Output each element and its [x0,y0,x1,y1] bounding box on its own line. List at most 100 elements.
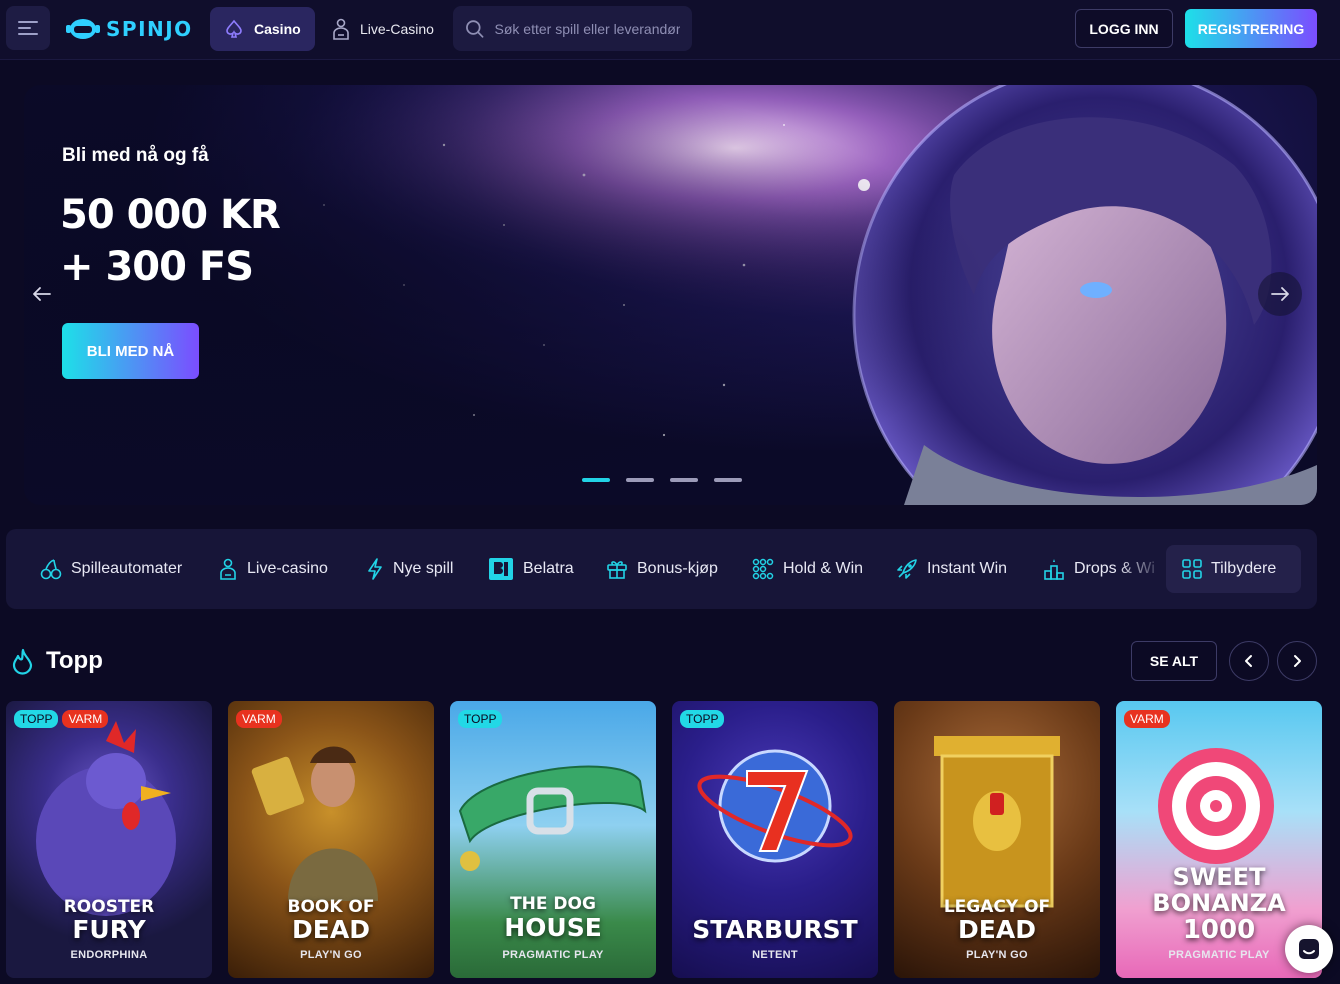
category-label: Hold & Win [783,560,864,577]
scroll-fade [1116,529,1166,609]
category-live-casino[interactable]: Live-casino [218,545,328,593]
category-label: Instant Win [927,560,1008,577]
chevron-right-icon [1294,655,1301,667]
game-provider: PLAY'N GO [966,949,1028,961]
game-title-line2: BONANZA [1152,889,1286,917]
spade-icon [226,19,242,38]
podium-icon [1044,559,1064,580]
tab-casino[interactable]: Casino [210,7,315,51]
astronaut-banner-image [24,85,1317,505]
dealer-icon [220,558,236,580]
game-title-line2: DEAD [958,915,1036,944]
spinjo-logo[interactable]: SPINJO [66,14,193,44]
badge-top: TOPP [14,710,59,728]
game-card-legacy-of-dead[interactable]: LEGACY OF DEAD PLAY'N GO [894,701,1100,978]
category-bar: Spilleautomater Live-casino Nye spill Be… [6,529,1317,609]
games-prev-button[interactable] [1229,641,1269,681]
game-provider: ENDORPHINA [70,949,148,961]
game-title-line1: SWEET [1172,863,1266,891]
search-box[interactable] [453,6,692,51]
rocket-icon [897,559,917,579]
badge-hot: VARM [236,710,282,728]
game-title-line2: FURY [72,915,146,944]
game-card-book-of-dead[interactable]: VARM BOOK OF DEAD PLAY'N GO [228,701,434,978]
game-card-starburst[interactable]: TOPP STARBURST NETENT [672,701,878,978]
lightning-icon [368,558,382,580]
arrow-left-icon [33,287,51,301]
carousel-indicators [582,478,742,482]
carousel-dot[interactable] [626,478,654,482]
hero-amount-line1: 50 000 KR [60,192,281,238]
badge-top: TOPP [458,710,503,728]
login-button[interactable]: LOGG INN [1075,9,1173,48]
tab-label: Live-Casino [360,21,434,37]
badge-group: VARM [236,710,282,728]
category-nye-spill[interactable]: Nye spill [366,545,453,593]
hamburger-menu-button[interactable] [6,6,50,50]
game-provider: PRAGMATIC PLAY [502,949,604,961]
hero-next-button[interactable] [1258,272,1302,316]
game-title-line1: ROOSTER [63,897,155,917]
register-button[interactable]: REGISTRERING [1185,9,1317,48]
hamburger-icon [18,21,38,35]
category-tilbydere[interactable]: Tilbydere [1166,545,1301,593]
category-label: Belatra [523,560,574,577]
robot-head-icon [66,19,100,39]
belatra-logo-icon [489,558,513,580]
section-title: Topp [46,647,103,674]
category-label: Live-casino [247,560,328,577]
category-spilleautomater[interactable]: Spilleautomater [40,545,182,593]
tab-live-casino[interactable]: Live-Casino [318,7,448,51]
game-title-line2: STARBURST [692,915,858,944]
gift-icon [607,561,627,579]
join-now-button[interactable]: BLI MED NÅ [62,323,199,379]
logo-text: SPINJO [106,17,193,41]
badge-hot: VARM [1124,710,1170,728]
category-label: Spilleautomater [71,560,183,577]
hero-kicker: Bli med nå og få [62,145,209,166]
carousel-dot[interactable] [670,478,698,482]
category-belatra[interactable]: Belatra [488,545,574,593]
top-bar: SPINJO Casino Live-Casino LOGG INN REGIS… [0,0,1340,60]
hero-banner[interactable]: Bli med nå og få 50 000 KR + 300 FS BLI … [24,85,1317,505]
search-icon [466,19,484,38]
arrow-right-icon [1271,287,1289,301]
see-all-button[interactable]: SE ALT [1131,641,1217,681]
badge-group: TOPP [680,710,725,728]
badge-top: TOPP [680,710,725,728]
grid-dots-icon [752,558,774,580]
badge-hot: VARM [62,710,109,728]
category-label: Bonus-kjøp [637,560,718,577]
category-hold-win[interactable]: Hold & Win [752,545,863,593]
game-card-rooster-fury[interactable]: TOPP VARM ROOSTER FURY ENDORPHINA [6,701,212,978]
game-title-line1: BOOK OF [287,897,375,917]
chevron-left-icon [1245,655,1252,667]
carousel-dot[interactable] [714,478,742,482]
fire-icon [12,648,33,675]
category-label: Tilbydere [1211,560,1277,577]
dealer-icon [333,18,349,40]
cherries-icon [40,559,62,580]
chat-icon [1299,939,1319,959]
game-title-line1: LEGACY OF [943,897,1051,917]
category-bonus-kjop[interactable]: Bonus-kjøp [606,545,718,593]
hero-offer: 50 000 KR + 300 FS [60,189,281,293]
badge-group: VARM [1124,710,1170,728]
carousel-dot[interactable] [582,478,610,482]
game-provider: NETENT [752,949,798,961]
hero-amount-line2: + 300 FS [60,244,254,290]
game-title-line1: THE DOG [510,894,596,914]
search-input[interactable] [494,20,680,37]
game-card-the-dog-house[interactable]: TOPP THE DOG HOUSE PRAGMATIC PLAY [450,701,656,978]
grid-icon [1182,559,1202,579]
badge-group: TOPP VARM [14,710,109,728]
chat-button[interactable] [1285,925,1333,973]
game-title-line2: HOUSE [504,913,602,942]
game-title-line2: DEAD [292,915,370,944]
category-instant-win[interactable]: Instant Win [896,545,1007,593]
games-next-button[interactable] [1277,641,1317,681]
game-provider: PLAY'N GO [300,949,362,961]
tab-label: Casino [254,21,301,37]
badge-group: TOPP [458,710,503,728]
category-label: Nye spill [393,560,454,577]
